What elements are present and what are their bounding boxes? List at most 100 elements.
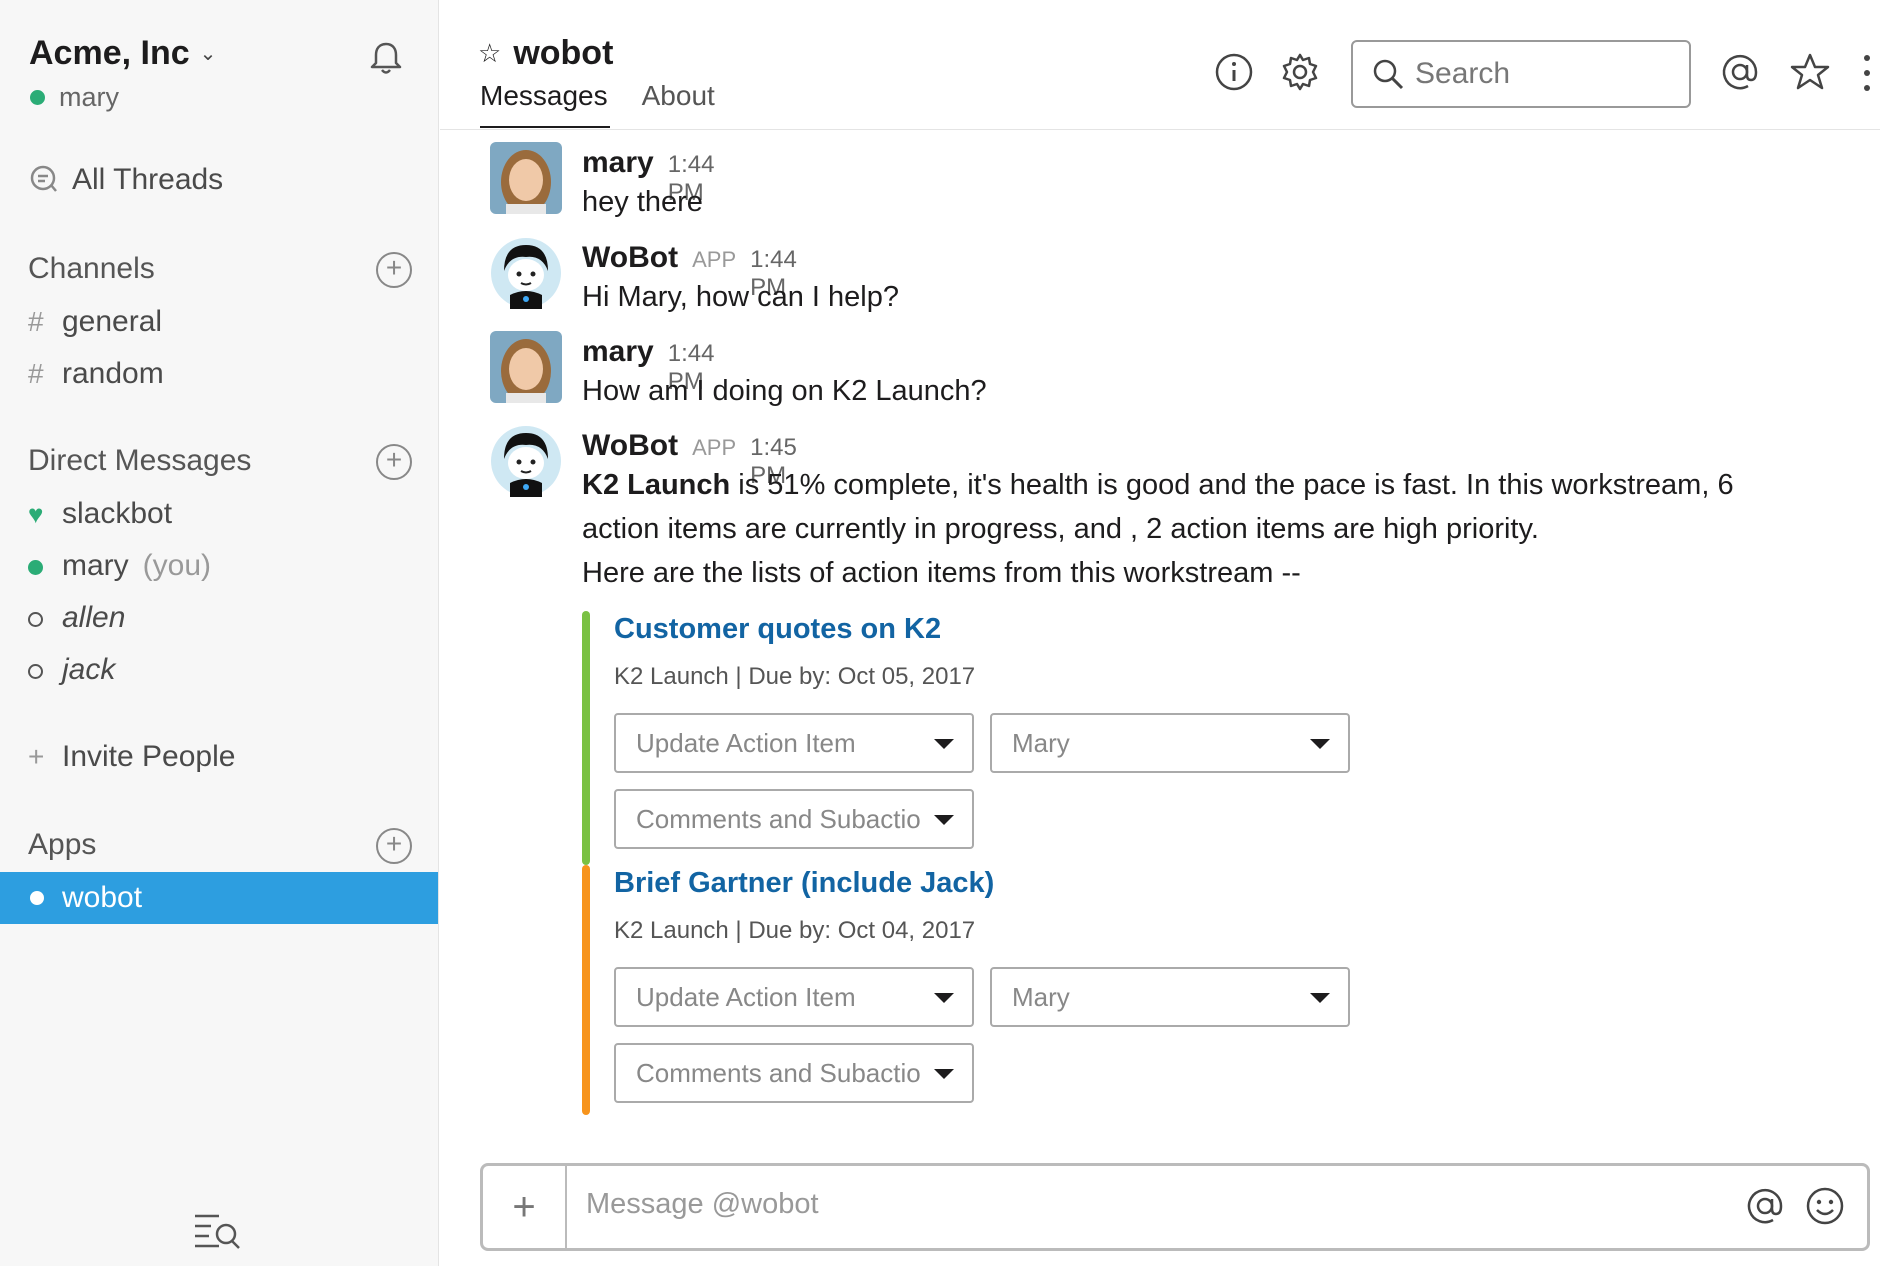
threads-icon (30, 165, 57, 192)
assignee-select[interactable]: Mary (990, 713, 1350, 773)
hash-icon: # (28, 358, 44, 389)
caret-down-icon (934, 739, 954, 749)
sidebar-item-label: allen (62, 601, 126, 634)
app-badge: APP (692, 247, 737, 272)
message-author[interactable]: WoBot (582, 241, 678, 275)
current-user-name: mary (59, 82, 119, 112)
action-item-card: Brief Gartner (include Jack) K2 Launch |… (582, 865, 1382, 1115)
caret-down-icon (934, 993, 954, 1003)
emoji-icon[interactable] (1805, 1186, 1845, 1226)
message-composer: + Message @wobot (480, 1163, 1870, 1251)
action-item-subtitle: K2 Launch | Due by: Oct 04, 2017 (614, 917, 976, 944)
sidebar-item-random[interactable]: # random (28, 357, 164, 391)
chevron-down-icon: ⌄ (199, 43, 217, 65)
caret-down-icon (1310, 993, 1330, 1003)
star-icon[interactable]: ☆ (478, 38, 501, 69)
channel-header: ☆ wobot Messages About Search (440, 0, 1880, 130)
user-status[interactable]: mary (30, 82, 119, 113)
invite-people-link[interactable]: + Invite People (28, 740, 235, 774)
message-author[interactable]: mary (582, 335, 654, 369)
channel-title: ☆ wobot (478, 34, 613, 73)
action-item-title[interactable]: Customer quotes on K2 (614, 613, 941, 646)
action-item-card: Customer quotes on K2 K2 Launch | Due by… (582, 611, 1382, 865)
direct-messages-heading[interactable]: Direct Messages (28, 444, 251, 478)
attach-button[interactable]: + (483, 1166, 567, 1248)
message-text: Hi Mary, how can I help? (582, 281, 899, 313)
tab-messages[interactable]: Messages (480, 80, 610, 128)
online-status-icon (28, 560, 43, 575)
update-action-item-select[interactable]: Update Action Item (614, 967, 974, 1027)
update-action-item-select[interactable]: Update Action Item (614, 713, 974, 773)
star-icon[interactable] (1790, 52, 1830, 92)
sidebar-item-label: random (62, 357, 164, 390)
search-list-icon[interactable] (193, 1210, 243, 1250)
app-badge: APP (692, 435, 737, 460)
sidebar-item-wobot[interactable]: wobot (0, 872, 438, 924)
you-suffix: (you) (142, 549, 212, 582)
message-text-line-1: K2 Launch is 51% complete, it's health i… (582, 469, 1734, 501)
action-item-title[interactable]: Brief Gartner (include Jack) (614, 867, 994, 900)
at-icon[interactable] (1720, 52, 1760, 92)
hash-icon: # (28, 306, 44, 337)
sidebar-item-label: Invite People (62, 740, 236, 773)
sidebar: Acme, Inc ⌄ mary All Threads Channels + … (0, 0, 439, 1266)
message-text: How am I doing on K2 Launch? (582, 375, 987, 407)
sidebar-item-jack[interactable]: jack (28, 653, 115, 687)
caret-down-icon (934, 1069, 954, 1079)
team-switcher[interactable]: Acme, Inc ⌄ (29, 34, 216, 73)
message-input[interactable]: Message @wobot (586, 1188, 819, 1221)
bell-icon[interactable] (366, 38, 406, 78)
comments-subactions-select[interactable]: Comments and Subactions (614, 789, 974, 849)
sidebar-item-allen[interactable]: allen (28, 601, 125, 635)
sidebar-item-label: All Threads (72, 163, 224, 196)
at-icon[interactable] (1745, 1186, 1785, 1226)
avatar[interactable] (490, 331, 562, 403)
apps-heading[interactable]: Apps (28, 828, 96, 862)
sidebar-item-slackbot[interactable]: ♥ slackbot (28, 497, 172, 531)
sidebar-item-label: mary (62, 549, 129, 582)
sidebar-item-label: jack (62, 653, 116, 686)
message-text-line-2: action items are currently in progress, … (582, 513, 1539, 545)
search-input[interactable]: Search (1351, 40, 1691, 108)
heart-icon: ♥ (28, 498, 44, 529)
search-icon (1373, 59, 1404, 90)
team-name: Acme, Inc (29, 34, 190, 72)
channels-heading[interactable]: Channels (28, 252, 155, 286)
message-text-line-3: Here are the lists of action items from … (582, 557, 1301, 589)
card-accent-bar (582, 611, 590, 865)
online-status-icon (30, 90, 45, 105)
avatar[interactable] (490, 142, 562, 214)
avatar[interactable] (490, 237, 562, 309)
more-icon[interactable] (1862, 55, 1872, 91)
away-status-icon (28, 664, 43, 679)
search-placeholder: Search (1415, 57, 1511, 90)
channel-name: wobot (513, 34, 614, 72)
header-tabs: Messages About (480, 80, 715, 128)
add-dm-button[interactable]: + (376, 444, 412, 480)
message-author[interactable]: mary (582, 146, 654, 180)
message-author[interactable]: WoBot (582, 429, 678, 463)
comments-subactions-select[interactable]: Comments and Subactions (614, 1043, 974, 1103)
sidebar-item-label: general (62, 305, 163, 338)
assignee-select[interactable]: Mary (990, 967, 1350, 1027)
add-app-button[interactable]: + (376, 828, 412, 864)
plus-icon: + (28, 741, 45, 772)
sidebar-item-all-threads[interactable]: All Threads (28, 163, 223, 197)
workstream-name: K2 Launch (582, 469, 731, 501)
gear-icon[interactable] (1280, 52, 1320, 92)
action-item-subtitle: K2 Launch | Due by: Oct 05, 2017 (614, 663, 976, 690)
away-status-icon (28, 612, 43, 627)
sidebar-item-label: slackbot (62, 497, 173, 530)
sidebar-item-label: wobot (62, 881, 143, 914)
sidebar-item-mary[interactable]: mary (you) (28, 549, 211, 583)
caret-down-icon (934, 815, 954, 825)
add-channel-button[interactable]: + (376, 252, 412, 288)
card-accent-bar (582, 865, 590, 1115)
message-list: mary 1:44 PM hey there WoBot APP 1:44 PM… (440, 131, 1880, 1151)
avatar[interactable] (490, 425, 562, 497)
info-icon[interactable] (1214, 52, 1254, 92)
sidebar-item-general[interactable]: # general (28, 305, 162, 339)
app-status-icon (30, 891, 44, 905)
caret-down-icon (1310, 739, 1330, 749)
tab-about[interactable]: About (642, 80, 715, 128)
